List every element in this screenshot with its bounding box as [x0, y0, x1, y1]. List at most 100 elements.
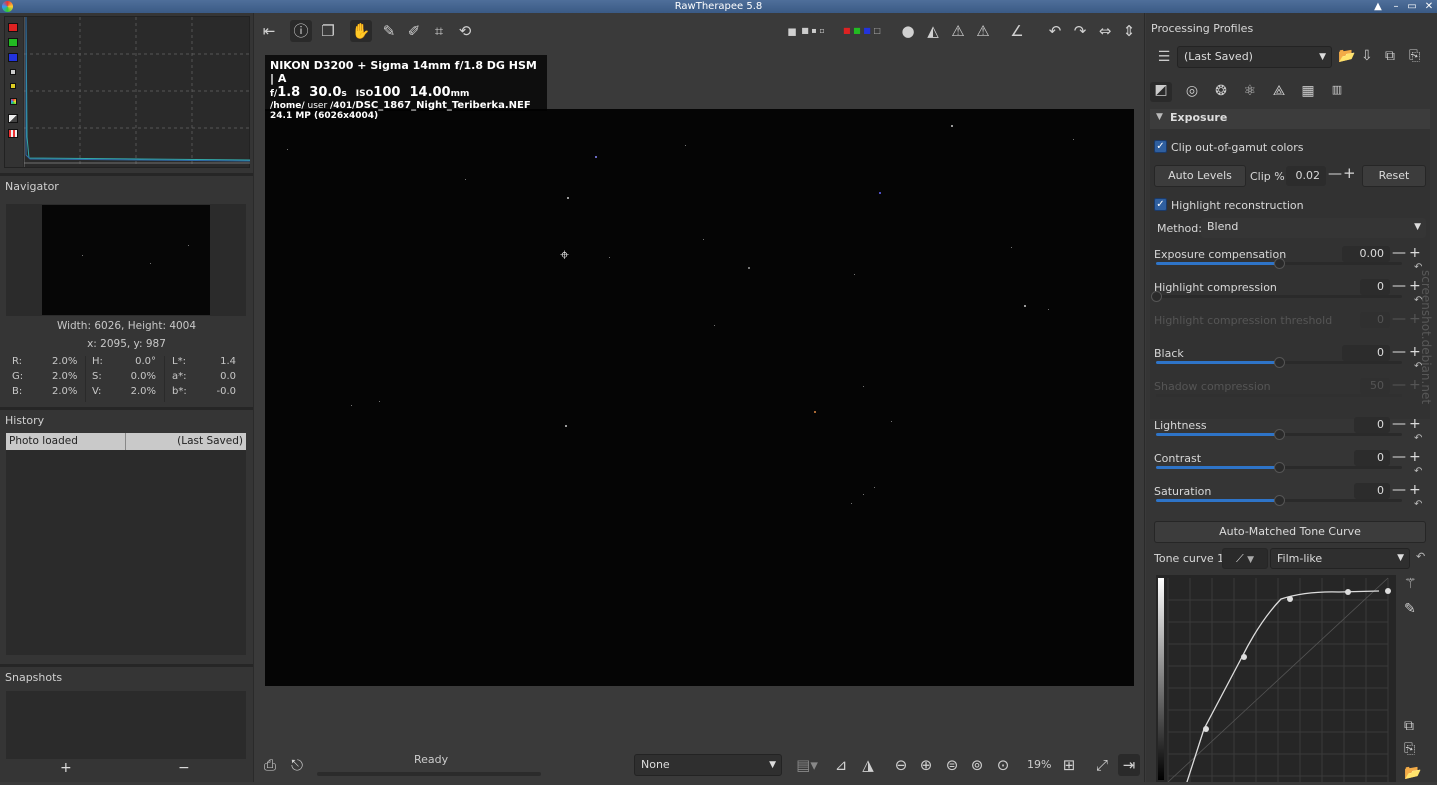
black-slider[interactable]: Black 0 — + ↶ [1154, 344, 1426, 377]
panel-divider[interactable] [0, 407, 253, 410]
slider-value[interactable]: 0 [1354, 417, 1390, 433]
profile-select[interactable]: (Last Saved) ▼ [1177, 46, 1332, 68]
add-snapshot-button[interactable]: + [60, 760, 72, 776]
raw-histogram-toggle[interactable] [8, 114, 18, 123]
exposure-section-header[interactable]: ▼ Exposure [1150, 109, 1430, 129]
decrease-button[interactable]: — [1392, 482, 1406, 498]
window-close-button[interactable]: ✕ [1420, 0, 1437, 13]
slider-handle[interactable] [1274, 429, 1285, 440]
raw-tab-icon[interactable]: ▦ [1297, 83, 1319, 103]
method-select[interactable]: Blend ▼ [1201, 218, 1426, 238]
preview-channel-icons[interactable]: ■ ■ ■ □ [840, 20, 884, 42]
slider-value[interactable]: 0 [1360, 279, 1390, 295]
flip-horizontal-icon[interactable]: ⇔ [1094, 20, 1116, 42]
color-picker-icon[interactable]: ✐ [403, 20, 425, 42]
clip-percent-input[interactable]: 0.02 [1286, 166, 1326, 186]
preview-background-icon[interactable]: ▪ [785, 20, 799, 42]
navigator-panel[interactable] [6, 204, 246, 316]
slider-value[interactable]: 0 [1342, 345, 1390, 361]
histogram-mode-toggle[interactable] [8, 129, 18, 138]
hand-tool-icon[interactable]: ✋ [350, 20, 372, 42]
highlight-clipping-warning-icon[interactable]: ⚠ [972, 20, 994, 42]
details-tab-icon[interactable]: ◎ [1181, 83, 1203, 103]
slider-value[interactable]: 0 [1354, 450, 1390, 466]
decrease-button[interactable]: — [1392, 416, 1406, 432]
soft-proofing-icon[interactable]: ⊿ [830, 754, 852, 776]
auto-levels-button[interactable]: Auto Levels [1154, 165, 1246, 187]
curve-pick-icon[interactable]: ⚚ [1404, 576, 1417, 592]
hide-left-panel-icon[interactable]: ⇤ [258, 20, 280, 42]
focus-mask-icon[interactable]: ● [897, 20, 919, 42]
save-image-icon[interactable]: ⎙ [259, 754, 281, 776]
output-profile-select[interactable]: None ▼ [634, 754, 782, 776]
window-shade-button[interactable]: ▲ [1369, 0, 1387, 13]
decrease-button[interactable]: — [1392, 278, 1406, 294]
color-tab-icon[interactable]: ❂ [1210, 83, 1232, 103]
paste-profile-icon[interactable]: ⎘ [1409, 48, 1420, 64]
advanced-tab-icon[interactable]: ⚛ [1239, 83, 1261, 103]
rgb-bar-toggle[interactable] [10, 98, 17, 105]
transform-tab-icon[interactable]: ⟁ [1268, 83, 1290, 103]
increase-button[interactable]: + [1409, 245, 1421, 261]
exposure-compensation-slider[interactable]: Exposure compensation 0.00 — + ↶ [1154, 245, 1426, 278]
luminance-toggle[interactable] [10, 69, 16, 75]
slider-value[interactable]: 0.00 [1342, 246, 1390, 262]
remove-snapshot-button[interactable]: − [178, 760, 190, 776]
slider-handle[interactable] [1274, 258, 1285, 269]
save-profile-icon[interactable]: ⇩ [1361, 48, 1373, 64]
curve-mode-select[interactable]: Film-like ▼ [1270, 548, 1410, 569]
highlight-compression-slider[interactable]: Highlight compression 0 — + ↶ [1151, 278, 1426, 311]
saturation-slider[interactable]: Saturation 0 — + ↶ [1154, 482, 1426, 515]
clip-increase-button[interactable]: + [1343, 164, 1356, 182]
history-list[interactable]: Photo loaded (Last Saved) [6, 433, 246, 655]
blue-channel-toggle[interactable] [8, 53, 18, 62]
decrease-button[interactable]: — [1392, 344, 1406, 360]
clip-decrease-button[interactable]: — [1328, 166, 1342, 182]
zoom-fit-crop-icon[interactable]: ⊚ [966, 754, 988, 776]
curve-edit-icon[interactable]: ✎ [1404, 601, 1416, 617]
zoom-out-icon[interactable]: ⊖ [890, 754, 912, 776]
decrease-button[interactable]: — [1392, 449, 1406, 465]
hide-right-panel-icon[interactable]: ⇥ [1118, 754, 1140, 776]
chroma-toggle[interactable] [10, 83, 16, 89]
slider-handle[interactable] [1274, 357, 1285, 368]
exposure-tab-icon[interactable]: ◩ [1150, 82, 1172, 102]
slider-handle[interactable] [1274, 462, 1285, 473]
slider-track[interactable] [1156, 295, 1402, 298]
rotate-left-icon[interactable]: ↶ [1044, 20, 1066, 42]
slider-handle[interactable] [1274, 495, 1285, 506]
gamut-check-icon[interactable]: ◮ [857, 754, 879, 776]
fullscreen-icon[interactable]: ⤢ [1091, 754, 1113, 776]
info-icon[interactable]: ⓘ [290, 20, 312, 42]
highlight-reconstruction-checkbox[interactable]: ✓ [1154, 198, 1167, 211]
rotate-right-icon[interactable]: ↷ [1069, 20, 1091, 42]
panel-divider[interactable] [0, 664, 253, 667]
zoom-in-icon[interactable]: ⊕ [915, 754, 937, 776]
zoom-fit-icon[interactable]: ⊜ [941, 754, 963, 776]
reset-button[interactable]: Reset [1362, 165, 1426, 187]
auto-matched-tone-curve-button[interactable]: Auto-Matched Tone Curve [1154, 521, 1426, 543]
straighten-tool-icon[interactable]: ⟲ [454, 20, 476, 42]
window-maximize-button[interactable]: ▭ [1403, 0, 1421, 13]
contrast-slider[interactable]: Contrast 0 — + ↶ [1154, 449, 1426, 482]
color-management-icon[interactable]: ∠ [1006, 20, 1028, 42]
intent-select-icon[interactable]: ▤▾ [789, 754, 825, 776]
green-channel-toggle[interactable] [8, 38, 18, 47]
metadata-tab-icon[interactable]: ▥ [1326, 83, 1348, 103]
image-preview[interactable] [265, 109, 1134, 686]
new-detail-window-icon[interactable]: ⊞ [1058, 754, 1080, 776]
navigator-thumbnail[interactable] [42, 205, 210, 315]
zoom-100-icon[interactable]: ⊙ [992, 754, 1014, 776]
copy-profile-icon[interactable]: ⧉ [1385, 48, 1395, 64]
snapshots-list[interactable] [6, 691, 246, 759]
clip-gamut-checkbox[interactable]: ✓ [1154, 140, 1167, 153]
curve-copy-icon[interactable]: ⎘ [1404, 741, 1415, 757]
slider-handle[interactable] [1151, 291, 1162, 302]
curve-paste-icon[interactable]: 📂 [1404, 765, 1421, 781]
tone-curve-editor[interactable] [1156, 575, 1396, 785]
shadow-clipping-warning-icon[interactable]: ⚠ [947, 20, 969, 42]
red-channel-toggle[interactable] [8, 23, 18, 32]
white-balance-picker-icon[interactable]: ✎ [378, 20, 400, 42]
crop-tool-icon[interactable]: ⌗ [428, 20, 450, 42]
curve-type-select[interactable]: ⟋ ▼ [1222, 548, 1268, 569]
